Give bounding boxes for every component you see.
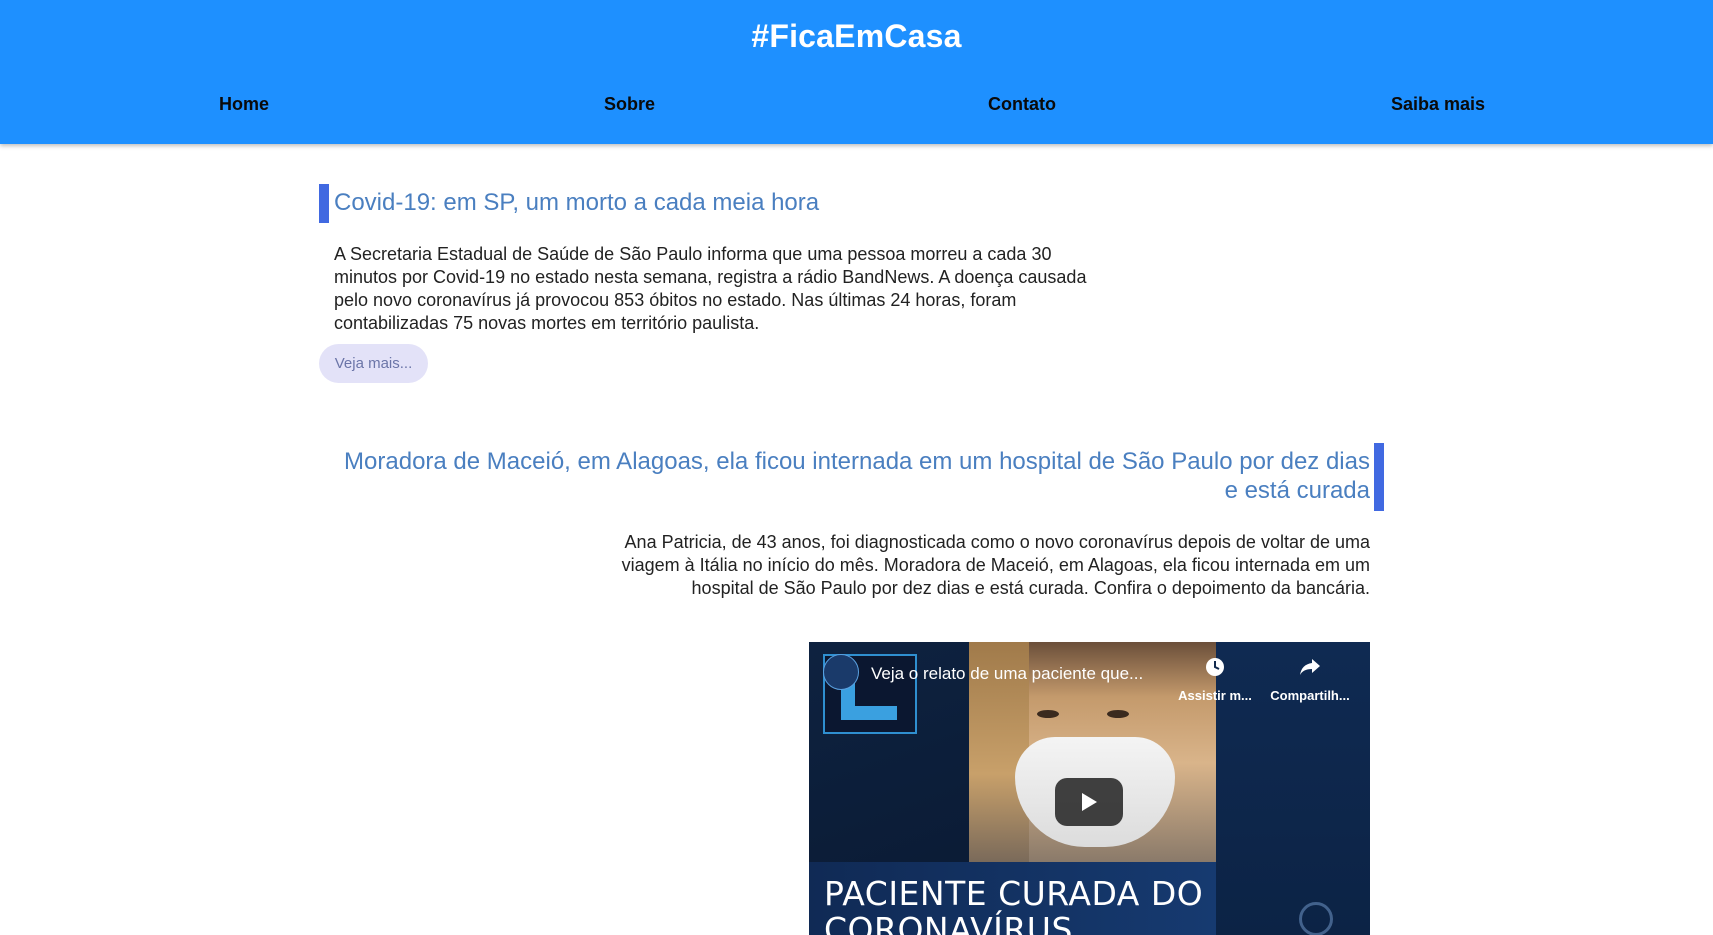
watch-later-label: Assistir m... bbox=[1178, 688, 1252, 703]
share-arrow-icon bbox=[1265, 656, 1355, 684]
article-accent-bar bbox=[319, 184, 329, 223]
video-thumbnail-eye bbox=[1037, 710, 1059, 718]
nav-link-sobre[interactable]: Sobre bbox=[604, 94, 655, 115]
nav-link-home[interactable]: Home bbox=[219, 94, 269, 115]
site-header: #FicaEmCasa Home Sobre Contato Saiba mai… bbox=[0, 0, 1713, 144]
article-title: Moradora de Maceió, em Alagoas, ela fico… bbox=[344, 448, 1370, 504]
site-title: #FicaEmCasa bbox=[751, 18, 962, 54]
article-title: Covid-19: em SP, um morto a cada meia ho… bbox=[334, 189, 820, 216]
nav-link-contato[interactable]: Contato bbox=[988, 94, 1056, 115]
video-thumbnail-eye bbox=[1107, 710, 1129, 718]
nav-link-saiba-mais[interactable]: Saiba mais bbox=[1391, 94, 1485, 115]
clock-icon bbox=[1170, 656, 1260, 684]
share-button[interactable]: Compartilh... bbox=[1265, 656, 1355, 703]
channel-avatar[interactable] bbox=[823, 654, 859, 690]
article-accent-bar bbox=[1374, 443, 1384, 511]
video-title[interactable]: Veja o relato de uma paciente que... bbox=[871, 664, 1143, 684]
share-label: Compartilh... bbox=[1270, 688, 1350, 703]
play-button[interactable] bbox=[1055, 778, 1123, 826]
play-icon bbox=[1082, 793, 1097, 811]
watch-later-button[interactable]: Assistir m... bbox=[1170, 656, 1260, 703]
article-body: A Secretaria Estadual de Saúde de São Pa… bbox=[334, 244, 1087, 333]
network-logo bbox=[1299, 902, 1333, 935]
article-body: Ana Patricia, de 43 anos, foi diagnostic… bbox=[621, 532, 1370, 598]
video-embed[interactable]: Veja o relato de uma paciente que... Ass… bbox=[809, 642, 1370, 935]
veja-mais-button[interactable]: Veja mais... bbox=[319, 344, 428, 383]
video-caption: PACIENTE CURADA DO CORONAVÍRUS bbox=[824, 874, 1204, 935]
